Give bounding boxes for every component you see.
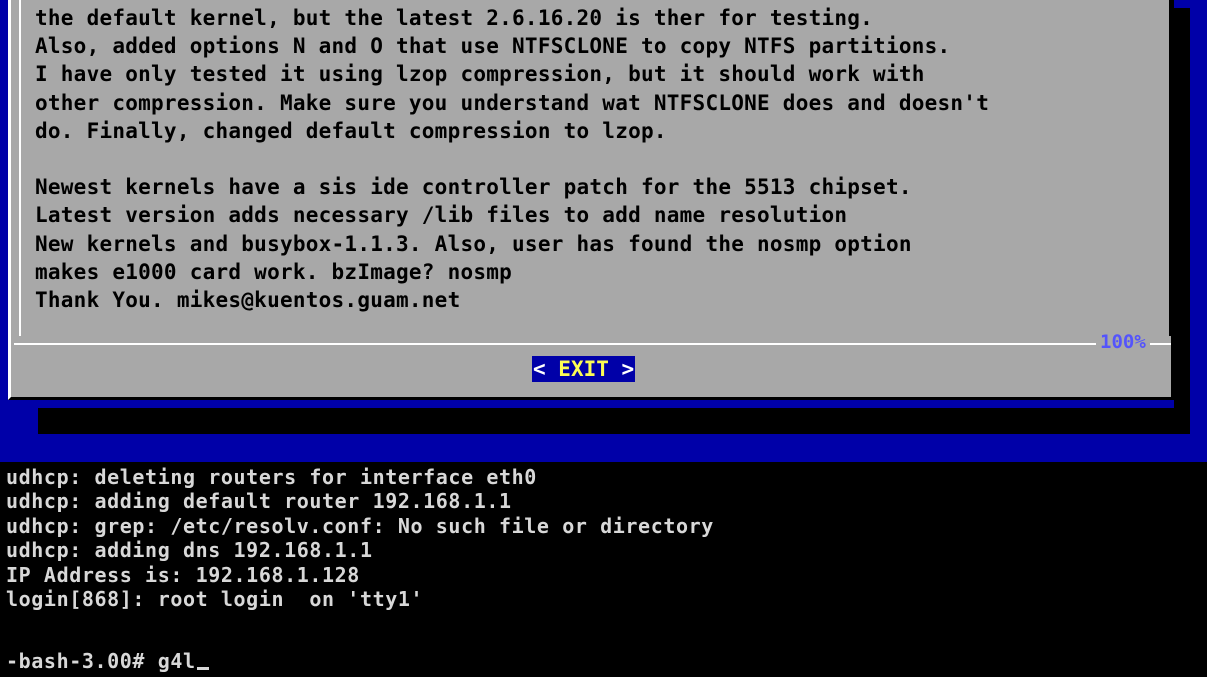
dialog-text-line: do. Finally, changed default compression… bbox=[35, 118, 667, 143]
exit-button-label: EXIT bbox=[558, 357, 609, 381]
dialog-text-area: the default kernel, but the latest 2.6.1… bbox=[35, 4, 1165, 314]
console-line: login[868]: root login on 'tty1' bbox=[6, 586, 424, 611]
dialog-text-line: the default kernel, but the latest 2.6.1… bbox=[35, 6, 874, 30]
scroll-percent-indicator: 100% bbox=[1096, 330, 1150, 354]
console-line: udhcp: adding dns 192.168.1.1 bbox=[6, 538, 373, 563]
console-line: udhcp: grep: /etc/resolv.conf: No such f… bbox=[6, 513, 714, 538]
terminal-console[interactable]: udhcp: deleting routers for interface et… bbox=[0, 462, 1207, 677]
dialog-text-line: I have only tested it using lzop compres… bbox=[35, 62, 925, 87]
command-input[interactable]: g4l bbox=[158, 649, 196, 673]
console-line: udhcp: adding default router 192.168.1.1 bbox=[6, 489, 512, 514]
text-cursor bbox=[196, 667, 209, 670]
dialog-shadow-right bbox=[1174, 8, 1190, 408]
dialog-shadow-bottom bbox=[38, 408, 1190, 434]
command-prompt-line[interactable]: -bash-3.00# g4l bbox=[6, 648, 209, 674]
dialog-text-line: Thank You. mikes@kuentos.guam.net bbox=[35, 287, 461, 312]
dialog-separator bbox=[14, 343, 1171, 345]
console-line: IP Address is: 192.168.1.128 bbox=[6, 562, 360, 587]
dialog-text-line: New kernels and busybox-1.1.3. Also, use… bbox=[35, 231, 912, 256]
dialog-text-line: Latest version adds necessary /lib files… bbox=[35, 203, 848, 228]
exit-button-left-bracket: < bbox=[533, 357, 559, 381]
dialog-text-line: Also, added options N and O that use NTF… bbox=[35, 34, 951, 59]
exit-button[interactable]: < EXIT > bbox=[532, 356, 636, 382]
dialog-text-line: makes e1000 card work. bzImage? nosmp bbox=[35, 259, 513, 284]
exit-button-right-bracket: > bbox=[608, 357, 635, 381]
dialog-text-line bbox=[35, 145, 1165, 173]
dialog-text-line: other compression. Make sure you underst… bbox=[35, 90, 990, 115]
console-output: udhcp: deleting routers for interface et… bbox=[6, 465, 714, 611]
console-line: udhcp: deleting routers for interface et… bbox=[6, 465, 537, 489]
dialog-text-line: Newest kernels have a sis ide controller… bbox=[35, 175, 912, 200]
shell-prompt: -bash-3.00# bbox=[6, 649, 158, 673]
readme-dialog: the default kernel, but the latest 2.6.1… bbox=[8, 0, 1174, 400]
console-screen: the default kernel, but the latest 2.6.1… bbox=[0, 0, 1207, 677]
